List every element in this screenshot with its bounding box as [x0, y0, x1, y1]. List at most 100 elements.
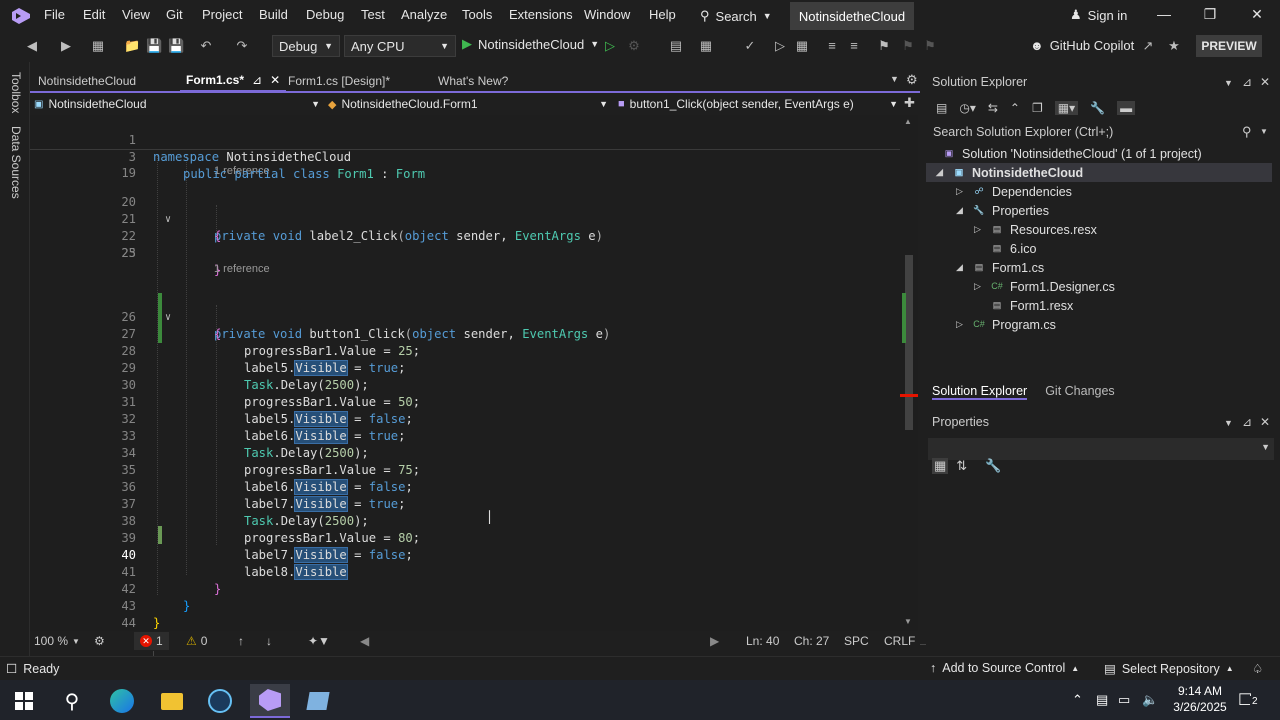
errors-indicator[interactable]: ✕ 1: [134, 632, 169, 650]
search-icon[interactable]: ⚲: [1242, 124, 1252, 140]
start-button[interactable]: [4, 684, 44, 718]
close-icon[interactable]: ✕: [1260, 415, 1270, 429]
warnings-indicator[interactable]: ⚠ 0: [186, 634, 207, 648]
tree-form1-cs[interactable]: ◢ ▤ Form1.cs: [956, 258, 1044, 277]
uncomment-icon[interactable]: ▦: [794, 38, 810, 54]
tree-properties[interactable]: ◢ 🔧 Properties: [956, 201, 1049, 220]
comment-icon[interactable]: ▷: [772, 38, 788, 54]
tree-program-cs[interactable]: ▷ C# Program.cs: [956, 315, 1056, 334]
collapse-all-icon[interactable]: ⌃: [1010, 101, 1020, 115]
tree-resources-resx[interactable]: ▷ ▤ Resources.resx: [974, 220, 1097, 239]
back-icon[interactable]: ◀: [24, 38, 40, 54]
start-debugging-button[interactable]: ▶ NotinsidetheCloud ▼: [462, 36, 599, 52]
alphabetical-icon[interactable]: ⇅: [956, 458, 967, 474]
menu-view[interactable]: View: [120, 7, 152, 22]
layout-icon[interactable]: ▦: [698, 38, 714, 54]
whitespace-mode[interactable]: SPC: [844, 634, 869, 648]
chevron-down-icon[interactable]: ▼: [1224, 78, 1233, 88]
add-to-source-control-button[interactable]: ↑ Add to Source Control ▲: [930, 661, 1079, 675]
close-icon[interactable]: ✕: [1247, 6, 1267, 23]
start-without-debugging-icon[interactable]: ▷: [602, 38, 618, 54]
new-project-icon[interactable]: ▦: [90, 38, 106, 54]
save-all-icon[interactable]: 💾: [168, 38, 184, 54]
collapsed-icon[interactable]: ▷: [956, 319, 966, 330]
scroll-down-icon[interactable]: ▼: [904, 617, 912, 626]
solution-search-input[interactable]: Search Solution Explorer (Ctrl+;): [930, 122, 1272, 142]
notification-center-button[interactable]: ☐ 2: [1238, 690, 1260, 710]
search-button[interactable]: ⚲ Search ▼: [700, 4, 772, 28]
open-folder-icon[interactable]: 📁: [124, 38, 140, 54]
save-icon[interactable]: 💾: [146, 38, 162, 54]
menu-tools[interactable]: Tools: [460, 7, 494, 22]
expanded-icon[interactable]: ◢: [936, 167, 946, 178]
intellicode-icon[interactable]: ⚙: [94, 634, 105, 648]
preview-badge[interactable]: PREVIEW: [1196, 35, 1262, 57]
bookmark-icon[interactable]: ⚑: [876, 38, 892, 54]
code-cleanup-icon[interactable]: ✦▼: [308, 634, 330, 648]
categorized-icon[interactable]: ▦: [932, 458, 949, 474]
editor-scrollbar[interactable]: ▲ ▼: [900, 115, 918, 631]
close-icon[interactable]: ✕: [270, 73, 280, 87]
menu-extensions[interactable]: Extensions: [507, 7, 575, 22]
tree-ico[interactable]: ▤ 6.ico: [974, 239, 1037, 258]
menu-project[interactable]: Project: [200, 7, 244, 22]
menu-window[interactable]: Window: [582, 7, 632, 22]
collapsed-icon[interactable]: ▷: [974, 281, 984, 292]
tree-form1-designer[interactable]: ▷ C# Form1.Designer.cs: [974, 277, 1115, 296]
menu-test[interactable]: Test: [359, 7, 387, 22]
hscroll-left-icon[interactable]: ◀: [360, 634, 369, 648]
tab-form1-design[interactable]: Form1.cs [Design]*: [282, 70, 396, 92]
preview-selected-icon[interactable]: ▬: [1117, 101, 1136, 115]
object-selector[interactable]: ▼: [928, 438, 1274, 460]
split-icon[interactable]: ✚: [904, 95, 915, 111]
spell-check-icon[interactable]: ✓: [742, 38, 758, 54]
wrench-icon[interactable]: 🔧: [1090, 101, 1105, 115]
select-repository-button[interactable]: ▤ Select Repository ▲: [1104, 661, 1234, 677]
tab-form1-cs[interactable]: Form1.cs* ⊿ ✕: [180, 70, 287, 92]
previous-issue-icon[interactable]: ↑: [238, 634, 244, 648]
collapsed-icon[interactable]: ▷: [974, 224, 984, 235]
notifications-bell-icon[interactable]: ♤: [1252, 661, 1263, 676]
scroll-thumb[interactable]: [905, 255, 913, 430]
codelens-reference[interactable]: 1 reference: [214, 263, 270, 275]
copy-icon[interactable]: ❐: [1032, 101, 1043, 115]
github-copilot-button[interactable]: ☻ GitHub Copilot: [1030, 38, 1134, 53]
platform-dropdown[interactable]: Any CPU ▼: [344, 35, 456, 57]
configuration-dropdown[interactable]: Debug ▼: [272, 35, 340, 57]
scroll-up-icon[interactable]: ▲: [904, 117, 912, 126]
menu-file[interactable]: File: [42, 7, 67, 22]
project-dropdown[interactable]: ▣ NotinsidetheCloud ▼: [34, 95, 320, 113]
expanded-icon[interactable]: ◢: [956, 205, 966, 216]
taskbar-search-button[interactable]: ⚲: [52, 684, 92, 718]
tab-git-changes[interactable]: Git Changes: [1045, 384, 1114, 400]
taskbar-visual-studio[interactable]: [250, 684, 290, 718]
redo-icon[interactable]: ↷: [234, 38, 250, 54]
tab-whats-new[interactable]: What's New?: [432, 70, 514, 92]
swap-icon[interactable]: ⇆: [988, 101, 998, 115]
feedback-icon[interactable]: ★: [1166, 38, 1182, 54]
collapsed-icon[interactable]: ▷: [956, 186, 966, 197]
share-icon[interactable]: ↗: [1140, 38, 1156, 54]
next-bookmark-icon[interactable]: ⚑: [922, 38, 938, 54]
zoom-dropdown[interactable]: 100 % ▼: [34, 634, 80, 648]
tree-dependencies[interactable]: ▷ ☍ Dependencies: [956, 182, 1072, 201]
class-dropdown[interactable]: ◆ NotinsidetheCloud.Form1 ▼: [328, 95, 608, 113]
pin-icon[interactable]: ⊿: [1242, 75, 1252, 89]
network-icon[interactable]: ▭: [1118, 692, 1130, 708]
menu-help[interactable]: Help: [647, 7, 678, 22]
chevron-down-icon[interactable]: ▼: [1224, 418, 1233, 428]
taskbar-steam[interactable]: [200, 684, 240, 718]
tab-notinsidethecloud[interactable]: NotinsidetheCloud: [32, 70, 142, 92]
property-pages-icon[interactable]: 🔧: [985, 458, 1001, 474]
hscroll-right-icon[interactable]: ▶: [710, 634, 719, 648]
tab-solution-explorer[interactable]: Solution Explorer: [932, 384, 1028, 400]
tab-list-dropdown-icon[interactable]: ▼: [890, 74, 899, 84]
expanded-icon[interactable]: ◢: [956, 262, 966, 273]
filter-icon[interactable]: ▦▾: [1054, 101, 1079, 115]
menu-edit[interactable]: Edit: [81, 7, 107, 22]
tree-form1-resx[interactable]: ▤ Form1.resx: [974, 296, 1073, 315]
device-icon[interactable]: ▤: [1096, 692, 1108, 708]
taskbar-file-explorer[interactable]: [152, 684, 192, 718]
browse-icon[interactable]: ▤: [668, 38, 684, 54]
taskbar-edge[interactable]: [102, 684, 142, 718]
